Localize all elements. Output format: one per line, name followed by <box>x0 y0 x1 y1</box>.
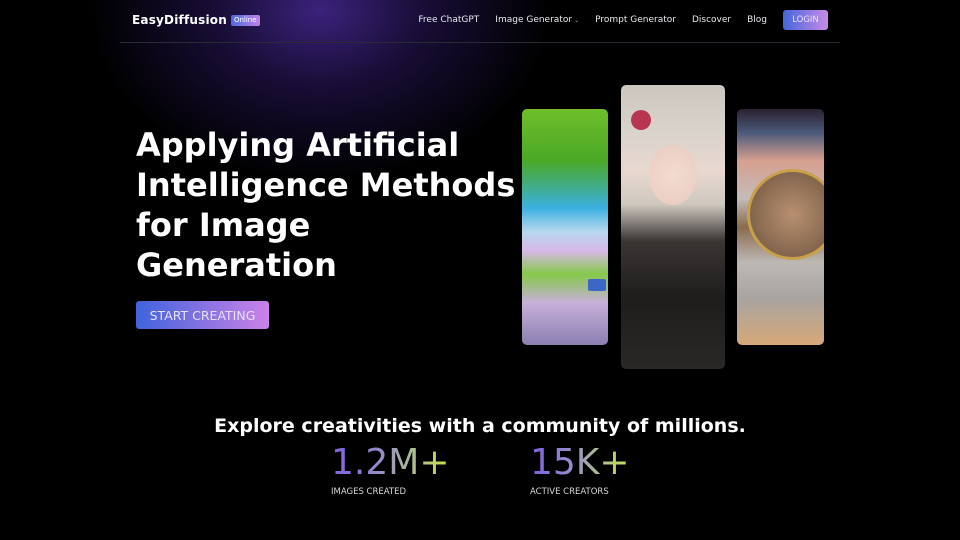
showcase-image-anime-girl <box>621 85 725 369</box>
flower-shape <box>631 110 651 130</box>
start-creating-button[interactable]: START CREATING <box>136 301 269 329</box>
nav-item-image-generator-label: Image Generator <box>495 15 573 25</box>
stat-images-created: 1.2M+ IMAGES CREATED <box>331 442 450 498</box>
helmet-shape <box>747 169 824 260</box>
logo[interactable]: EasyDiffusion Online <box>132 13 260 27</box>
stat-value: 15K+ <box>530 442 630 483</box>
main-menu: Free ChatGPT Image Generator ⌄ Prompt Gen… <box>418 10 840 30</box>
stat-label: ACTIVE CREATORS <box>530 487 609 497</box>
stat-active-creators: 15K+ ACTIVE CREATORS <box>530 442 630 498</box>
login-button[interactable]: LOGIN <box>783 10 828 30</box>
chevron-down-icon: ⌄ <box>574 17 580 24</box>
nav-item-discover[interactable]: Discover <box>692 15 731 25</box>
hero-title: Applying Artificial Intelligence Methods… <box>136 126 516 284</box>
showcase-image-astronaut-cat <box>737 109 824 345</box>
nav-item-image-generator[interactable]: Image Generator ⌄ <box>495 15 579 25</box>
top-navigation: EasyDiffusion Online Free ChatGPT Image … <box>120 0 840 43</box>
logo-badge: Online <box>230 14 260 26</box>
nav-item-blog[interactable]: Blog <box>747 15 767 25</box>
stat-value: 1.2M+ <box>331 442 450 483</box>
nav-item-prompt-generator[interactable]: Prompt Generator <box>595 15 676 25</box>
stat-label: IMAGES CREATED <box>331 487 407 497</box>
car-shape <box>588 279 606 291</box>
logo-text: EasyDiffusion <box>132 13 227 27</box>
face-shape <box>649 145 697 205</box>
nav-item-free-chatgpt[interactable]: Free ChatGPT <box>418 15 479 25</box>
showcase-image-road <box>522 109 608 345</box>
community-tagline: Explore creativities with a community of… <box>214 415 746 437</box>
